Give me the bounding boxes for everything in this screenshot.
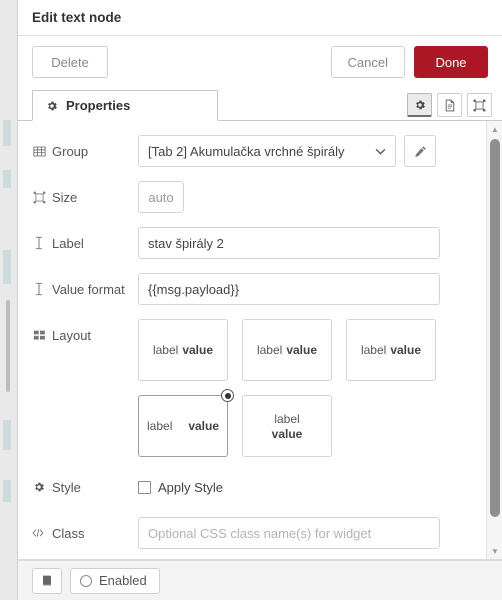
grid-icon xyxy=(32,328,46,342)
editor-canvas-sliver xyxy=(0,0,18,600)
layout-selected-radio[interactable] xyxy=(221,389,234,402)
layout-option-inline-left[interactable]: label value xyxy=(138,319,228,381)
size-button[interactable]: auto xyxy=(138,181,184,213)
page-title: Edit text node xyxy=(32,10,122,25)
layout-option-stacked[interactable]: label value xyxy=(242,395,332,457)
tile-label-text: label xyxy=(147,419,173,433)
enabled-toggle[interactable]: Enabled xyxy=(70,567,160,594)
layout-options: label value label value label value labe… xyxy=(138,319,458,457)
chevron-down-icon xyxy=(375,148,386,155)
dialog-footer: Enabled xyxy=(18,560,502,600)
gear-icon xyxy=(45,99,59,113)
layout-label: Layout xyxy=(52,327,92,343)
done-button[interactable]: Done xyxy=(414,46,488,78)
group-row-label: Group xyxy=(32,135,138,167)
scroll-down-arrow[interactable]: ▼ xyxy=(487,543,502,559)
canvas-scrollbar[interactable] xyxy=(6,300,10,392)
size-label: Size xyxy=(52,189,78,205)
properties-form-scroll-area: Group [Tab 2] Akumulačka vrchné špirály xyxy=(18,121,502,560)
layout-option-spread[interactable]: label value xyxy=(138,389,234,457)
tile-label-text: label xyxy=(152,343,179,357)
delete-button[interactable]: Delete xyxy=(32,46,108,78)
gear-icon xyxy=(32,480,46,494)
resize-icon xyxy=(32,190,46,204)
code-icon xyxy=(32,526,46,540)
layout-option-inline-center[interactable]: label value xyxy=(242,319,332,381)
label-input[interactable]: stav špirály 2 xyxy=(138,227,440,259)
pencil-icon xyxy=(414,145,427,158)
edit-text-node-dialog: Edit text node Delete Cancel Done Proper… xyxy=(18,0,502,600)
tile-value-text: value xyxy=(182,343,214,357)
cancel-button[interactable]: Cancel xyxy=(330,46,405,78)
form-row-label: Label stav špirály 2 xyxy=(32,227,470,259)
docs-button[interactable] xyxy=(32,567,62,594)
style-row-label: Style xyxy=(32,471,138,503)
form-row-style: Style Apply Style xyxy=(32,471,470,503)
layout-row-label: Layout xyxy=(32,319,138,351)
dialog-title-bar: Edit text node xyxy=(18,0,502,36)
value-format-input[interactable]: {{msg.payload}} xyxy=(138,273,440,305)
tile-label-text: label xyxy=(256,343,283,357)
form-row-size: Size auto xyxy=(32,181,470,213)
apply-style-checkbox-row[interactable]: Apply Style xyxy=(138,471,223,503)
tile-value-text: value xyxy=(188,419,219,433)
description-icon-button[interactable] xyxy=(437,93,462,117)
group-select[interactable]: [Tab 2] Akumulačka vrchné špirály xyxy=(138,135,396,167)
label-row-label: Label xyxy=(32,227,138,259)
book-icon xyxy=(41,574,54,587)
form-scrollbar[interactable]: ▲ ▼ xyxy=(486,121,502,559)
tab-strip: Properties xyxy=(18,88,502,121)
scroll-up-arrow[interactable]: ▲ xyxy=(487,121,502,137)
style-label: Style xyxy=(52,479,81,495)
form-row-layout: Layout label value label value label val… xyxy=(32,319,470,457)
form-row-group: Group [Tab 2] Akumulačka vrchné špirály xyxy=(32,135,470,167)
class-label: Class xyxy=(52,525,85,541)
tile-value-text: value xyxy=(390,343,422,357)
tile-value-text: value xyxy=(271,426,303,441)
value-format-row-label: Value format xyxy=(32,273,138,305)
text-cursor-icon xyxy=(32,282,46,296)
scrollbar-thumb[interactable] xyxy=(490,139,500,517)
apply-style-checkbox[interactable] xyxy=(138,480,151,494)
tab-icon-buttons xyxy=(407,93,492,120)
group-selected-value: [Tab 2] Akumulačka vrchné špirály xyxy=(148,143,345,159)
value-format-label: Value format xyxy=(52,281,125,297)
group-label: Group xyxy=(52,143,89,159)
form-row-class: Class Optional CSS class name(s) for wid… xyxy=(32,517,470,549)
dialog-action-bar: Delete Cancel Done xyxy=(18,36,502,88)
text-cursor-icon xyxy=(32,236,46,250)
form-row-value-format: Value format {{msg.payload}} xyxy=(32,273,470,305)
edit-group-button[interactable] xyxy=(404,135,436,167)
tile-label-text: label xyxy=(274,411,300,426)
tab-label: Properties xyxy=(66,98,131,113)
enabled-label: Enabled xyxy=(99,573,147,588)
tile-label-text: label xyxy=(360,343,387,357)
layout-option-inline-right[interactable]: label value xyxy=(346,319,436,381)
gear-icon-button[interactable] xyxy=(407,93,432,117)
tab-properties[interactable]: Properties xyxy=(32,90,218,121)
properties-form: Group [Tab 2] Akumulačka vrchné špirály xyxy=(18,121,484,559)
table-icon xyxy=(32,144,46,158)
apply-style-label: Apply Style xyxy=(158,479,224,495)
size-row-label: Size xyxy=(32,181,138,213)
class-row-label: Class xyxy=(32,517,138,549)
resize-icon-button[interactable] xyxy=(467,93,492,117)
label-field-label: Label xyxy=(52,235,84,251)
tile-value-text: value xyxy=(286,343,318,357)
class-input[interactable]: Optional CSS class name(s) for widget xyxy=(138,517,440,549)
toggle-circle-icon xyxy=(80,574,92,587)
